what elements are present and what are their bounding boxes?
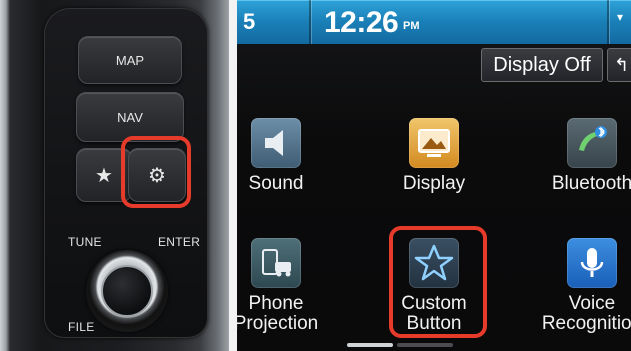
tile-label: Phone (248, 293, 304, 314)
setting-tile-bluetooth[interactable]: Bluetooth (527, 118, 631, 194)
clock-time: 12:26 (324, 6, 399, 39)
tile-label: Sound (248, 173, 304, 194)
back-button[interactable]: ↰ (607, 48, 631, 82)
signal-icon: ▾ (617, 10, 624, 24)
bluetooth-phone-icon (567, 118, 617, 168)
status-separator (607, 0, 609, 44)
touchscreen: 5 12:26 PM ▾ Display Off ↰ Sound Display (237, 0, 631, 351)
setting-tile-phone-projection[interactable]: Phone Projection (237, 238, 341, 334)
enter-label: ENTER (158, 235, 201, 249)
file-label: FILE (68, 320, 95, 334)
speaker-icon (251, 118, 301, 168)
display-icon (409, 118, 459, 168)
clock-ampm: PM (403, 20, 420, 32)
setting-tile-voice-recognition[interactable]: Voice Recognition (527, 238, 631, 334)
page-indicator (397, 343, 453, 347)
tune-knob[interactable] (86, 250, 168, 332)
star-icon: ★ (95, 164, 113, 187)
nav-hard-button[interactable]: NAV (76, 92, 184, 142)
tile-label: Recognition (541, 313, 631, 334)
map-hard-button[interactable]: MAP (78, 36, 182, 84)
status-separator (309, 0, 311, 44)
settings-button-highlight (121, 136, 191, 208)
page-indicator-active (347, 343, 393, 347)
microphone-icon (567, 238, 617, 288)
tune-label: TUNE (68, 235, 102, 249)
setting-tile-display[interactable]: Display (369, 118, 499, 194)
back-icon: ↰ (614, 54, 630, 75)
tile-label: Bluetooth (551, 173, 631, 194)
custom-button-highlight (389, 226, 487, 338)
status-bar: 5 12:26 PM ▾ (237, 0, 631, 44)
phone-projection-icon (251, 238, 301, 288)
setting-tile-sound[interactable]: Sound (237, 118, 341, 194)
tile-label: Display (402, 173, 466, 194)
image-divider (229, 0, 237, 351)
tile-label: Voice (568, 293, 616, 314)
hardware-panel: MAP NAV ★ ⚙ TUNE ENTER FILE (0, 0, 229, 351)
status-left-indicator: 5 (243, 9, 256, 34)
display-off-button[interactable]: Display Off (481, 48, 603, 82)
tile-label: Projection (237, 313, 319, 334)
